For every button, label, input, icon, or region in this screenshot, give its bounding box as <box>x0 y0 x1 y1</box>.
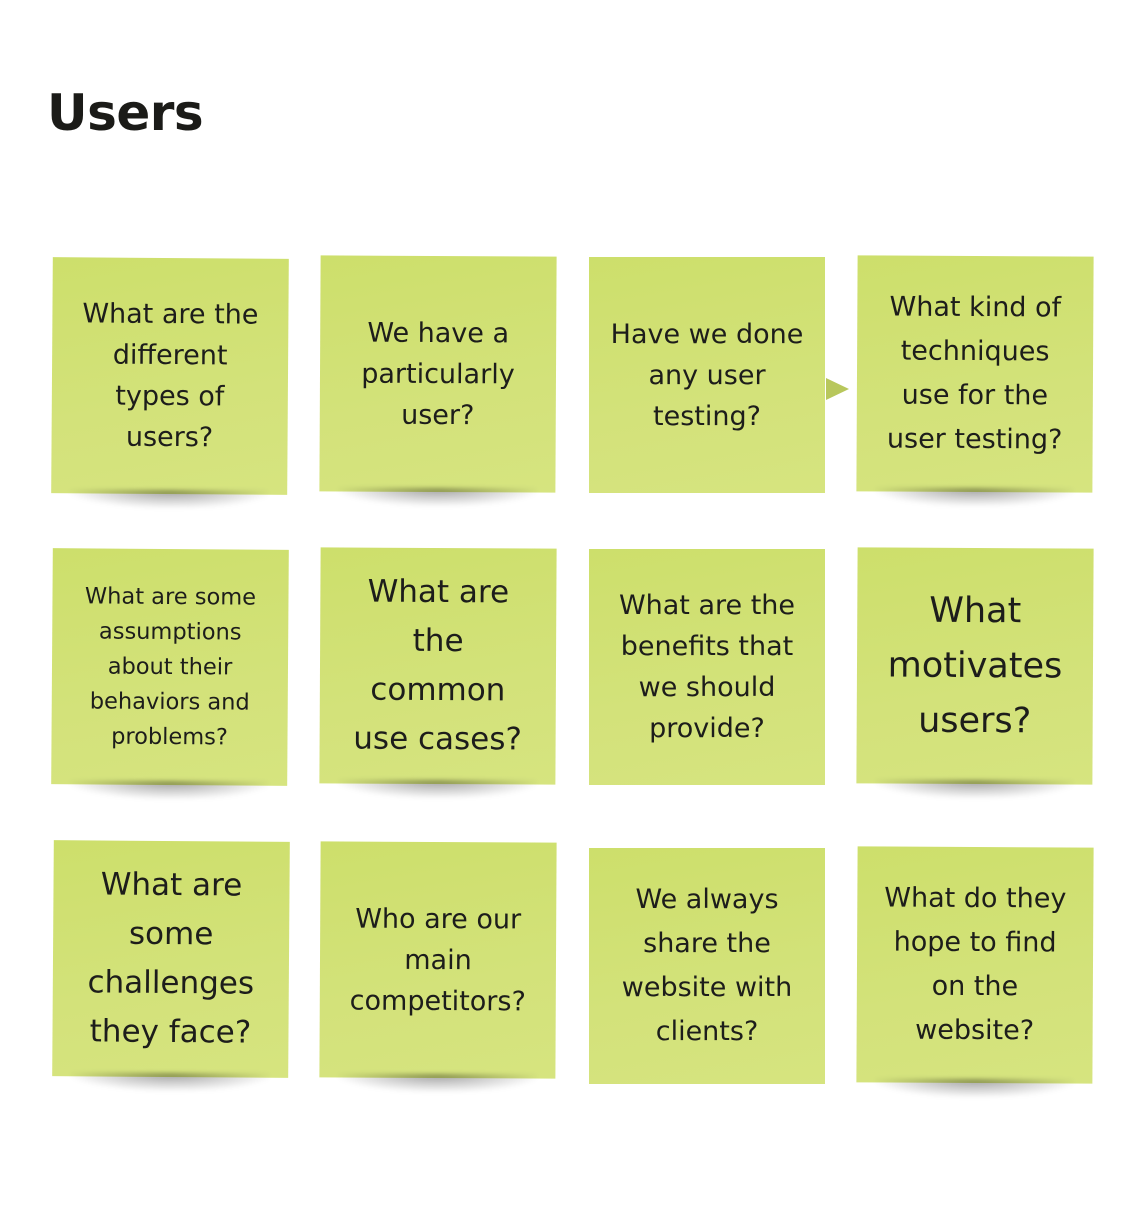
sticky-note[interactable]: Have we done any user testing? <box>589 257 825 493</box>
board-title: Users <box>47 84 204 142</box>
sticky-note-text: Have we done any user testing? <box>610 318 804 432</box>
sticky-note-text: What are some challenges they face? <box>87 866 255 1051</box>
sticky-note[interactable]: Who are our main competitors? <box>319 841 557 1079</box>
sticky-note[interactable]: We have a particularly user? <box>319 255 557 493</box>
sticky-note-text: What are some assumptions about their be… <box>84 582 257 750</box>
sticky-note[interactable]: What are some assumptions about their be… <box>51 548 289 786</box>
sticky-note[interactable]: What do they hope to find on the website… <box>856 846 1094 1084</box>
sticky-note-text: What kind of techniques use for the user… <box>886 291 1063 456</box>
sticky-note[interactable]: What are the common use cases? <box>319 547 557 785</box>
sticky-note[interactable]: What are the different types of users? <box>51 257 289 495</box>
sticky-note[interactable]: What kind of techniques use for the user… <box>856 255 1094 493</box>
sticky-note[interactable]: What are some challenges they face? <box>52 840 290 1078</box>
arrow-right-icon <box>826 378 849 400</box>
sticky-note-text: What are the benefits that we should pro… <box>618 590 796 744</box>
sticky-note-text: What do they hope to find on the website… <box>884 882 1067 1047</box>
sticky-note-text: We always share the website with clients… <box>621 884 793 1047</box>
sticky-note[interactable]: We always share the website with clients… <box>589 848 825 1084</box>
sticky-note[interactable]: What are the benefits that we should pro… <box>589 549 825 785</box>
sticky-note-text: What motivates users? <box>887 590 1063 741</box>
sticky-note-text: What are the different types of users? <box>82 298 259 454</box>
sticky-note[interactable]: What motivates users? <box>856 547 1094 785</box>
sticky-note-text: We have a particularly user? <box>361 317 515 431</box>
sticky-note-text: What are the common use cases? <box>353 573 523 758</box>
sticky-note-text: Who are our main competitors? <box>349 903 526 1017</box>
